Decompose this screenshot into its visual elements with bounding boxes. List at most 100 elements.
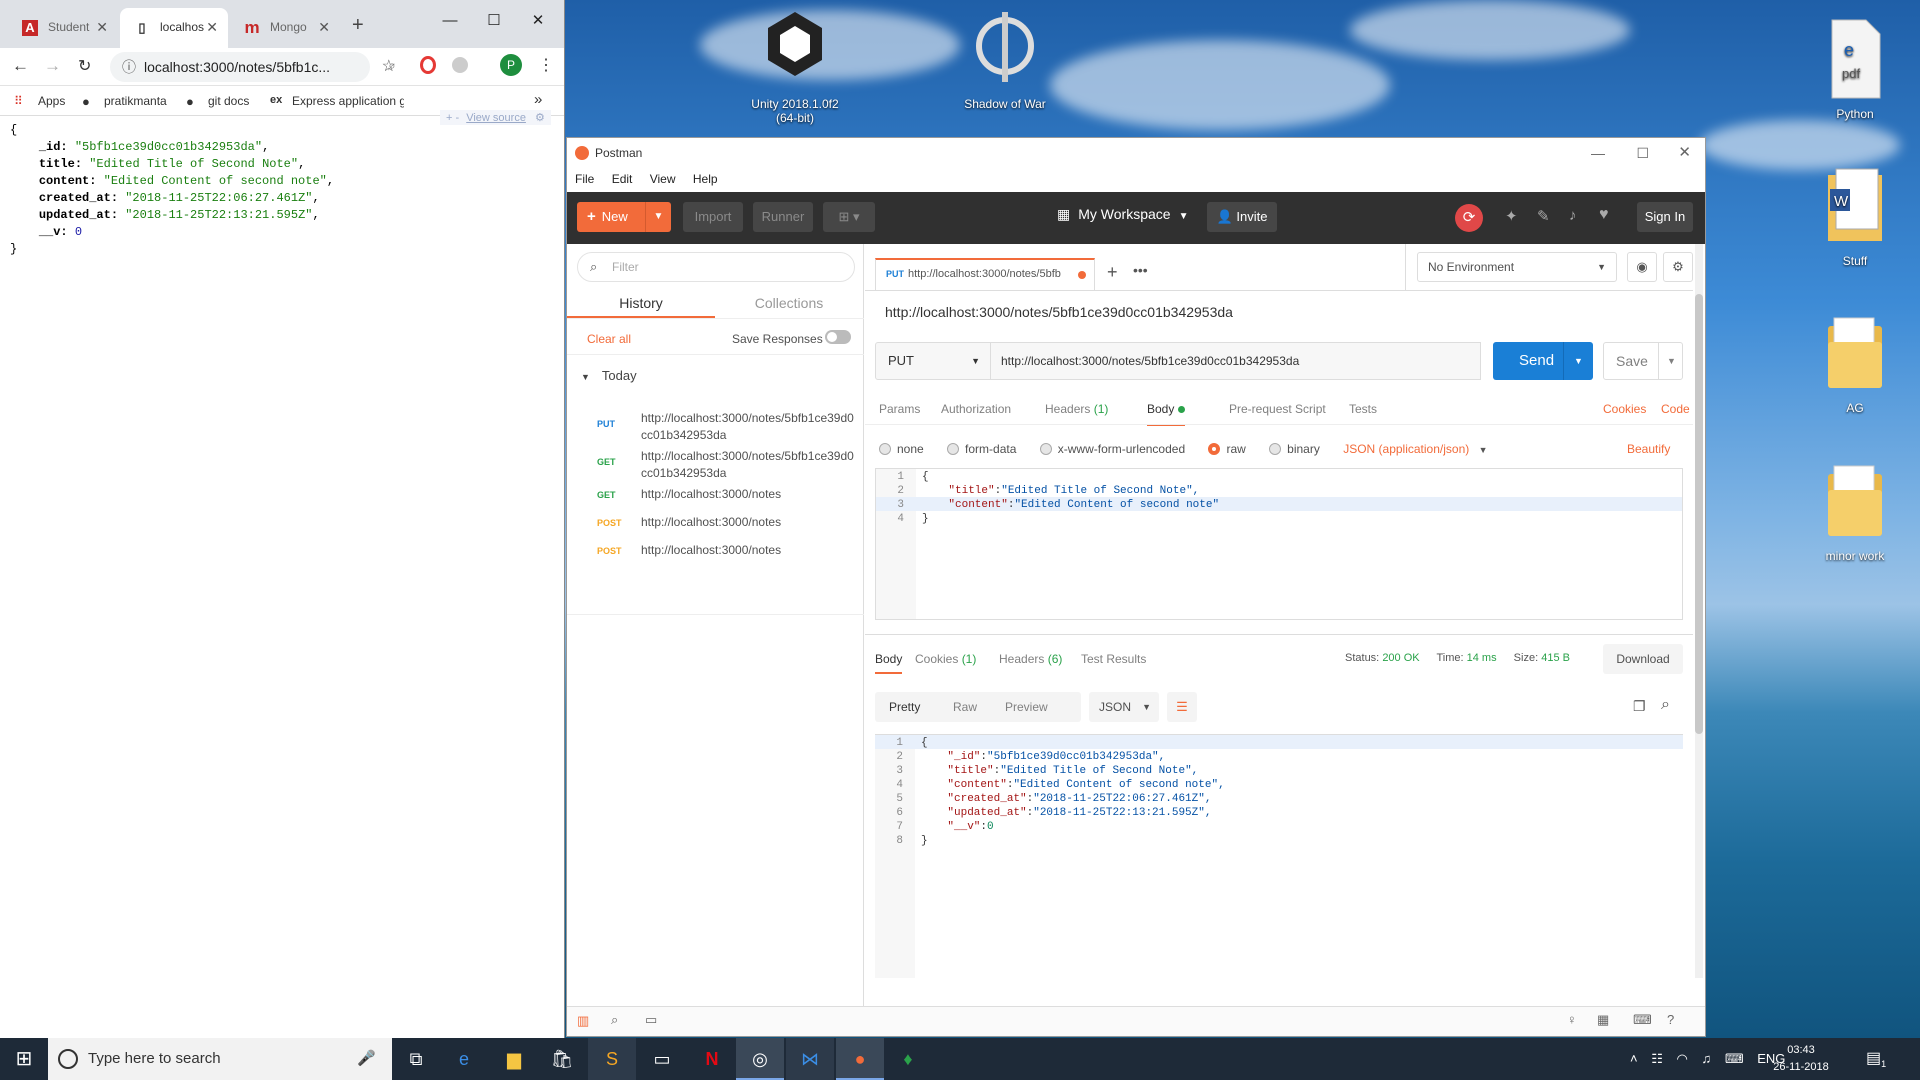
desktop-icon-shadow-of-war[interactable]: Shadow of War xyxy=(955,8,1055,111)
method-select[interactable]: PUT ▼ xyxy=(875,342,991,380)
taskbar-search-box[interactable]: Type here to search 🎤 xyxy=(48,1038,392,1080)
console-icon[interactable]: ▭ xyxy=(645,1012,657,1028)
save-button[interactable]: Save ▼ xyxy=(1603,342,1683,380)
view-pretty[interactable]: Pretty xyxy=(889,700,920,714)
runner-button[interactable]: Runner xyxy=(753,202,813,232)
radio-none[interactable]: none xyxy=(879,442,924,456)
send-button[interactable]: Send ▼ xyxy=(1493,342,1593,380)
beautify-link[interactable]: Beautify xyxy=(1627,442,1670,456)
netflix-icon[interactable]: N xyxy=(688,1038,736,1080)
environment-select[interactable]: No Environment ▼ xyxy=(1417,252,1617,282)
sync-icon[interactable]: ⟳ xyxy=(1455,204,1483,232)
tab-tests[interactable]: Tests xyxy=(1349,402,1377,416)
workspace-switcher[interactable]: ▦ My Workspace ▼ xyxy=(1057,206,1188,223)
desktop-icon-python[interactable]: e pdf Python xyxy=(1805,18,1905,121)
satellite-icon[interactable]: ✦ xyxy=(1505,207,1518,225)
sublime-icon[interactable]: S xyxy=(588,1038,636,1080)
import-button[interactable]: Import xyxy=(683,202,743,232)
new-tab-button[interactable]: + xyxy=(352,14,364,37)
find-icon[interactable]: ⌕ xyxy=(611,1012,618,1028)
opera-icon[interactable] xyxy=(420,56,436,74)
terminal-icon[interactable]: ▭ xyxy=(638,1038,686,1080)
network-icon[interactable]: ☷ xyxy=(1651,1051,1663,1066)
store-icon[interactable]: 🛍 xyxy=(538,1038,586,1080)
menu-edit[interactable]: Edit xyxy=(612,172,633,186)
view-raw[interactable]: Raw xyxy=(953,700,977,714)
back-icon[interactable]: ← xyxy=(12,56,29,76)
file-explorer-icon[interactable]: ▆ xyxy=(490,1038,538,1080)
response-tab-test-results[interactable]: Test Results xyxy=(1081,652,1146,666)
postman-taskbar-icon[interactable]: ● xyxy=(836,1038,884,1080)
code-link[interactable]: Code xyxy=(1661,402,1690,416)
format-select[interactable]: JSON ▼ xyxy=(1089,692,1159,722)
tray-up-icon[interactable]: ˄ xyxy=(1630,1051,1638,1066)
minimize-icon[interactable]: — xyxy=(430,6,470,36)
new-button[interactable]: + New ▼ xyxy=(577,202,671,232)
bookmark-apps[interactable]: Apps xyxy=(38,94,65,108)
microphone-icon[interactable]: 🎤 xyxy=(357,1038,376,1080)
chevron-down-icon[interactable]: ▼ xyxy=(645,202,671,232)
keyboard-icon[interactable]: ⌨ xyxy=(1725,1051,1744,1066)
bookmarks-overflow-icon[interactable]: » xyxy=(534,91,542,108)
settings-gear-icon[interactable]: ⚙ xyxy=(535,112,545,124)
save-responses-toggle[interactable] xyxy=(825,330,851,344)
cookies-link[interactable]: Cookies xyxy=(1603,402,1646,416)
mongodb-compass-icon[interactable]: ♦ xyxy=(884,1038,932,1080)
request-tab[interactable]: PUT http://localhost:3000/notes/5bfb xyxy=(875,258,1095,290)
chevron-down-icon[interactable]: ▼ xyxy=(1563,342,1593,380)
edge-icon[interactable]: e xyxy=(440,1038,488,1080)
close-icon[interactable]: ✕ xyxy=(518,6,558,36)
radio-binary[interactable]: binary xyxy=(1269,442,1320,456)
new-window-button[interactable]: ⊞ ▾ xyxy=(823,202,875,232)
chrome-taskbar-icon[interactable]: ◎ xyxy=(736,1038,784,1080)
desktop-icon-unity[interactable]: Unity 2018.1.0f2 (64-bit) xyxy=(745,8,845,125)
address-bar[interactable]: ⓘ localhost:3000/notes/5bfb1c... ☆ xyxy=(110,52,396,82)
bookmark-express[interactable]: Express application g xyxy=(292,94,404,108)
tab-headers[interactable]: Headers (1) xyxy=(1045,402,1108,416)
notifications-icon[interactable]: ▤1 xyxy=(1866,1048,1886,1069)
desktop-icon-stuff[interactable]: W Stuff xyxy=(1805,165,1905,268)
wrench-icon[interactable]: ✎ xyxy=(1537,207,1550,225)
tab-params[interactable]: Params xyxy=(879,402,920,416)
vscode-icon[interactable]: ⋈ xyxy=(786,1038,834,1080)
close-tab-icon[interactable]: ✕ xyxy=(318,19,330,36)
wrap-lines-icon[interactable]: ☰ xyxy=(1167,692,1197,722)
response-tab-headers[interactable]: Headers (6) xyxy=(999,652,1062,666)
url-input[interactable]: http://localhost:3000/notes/5bfb1ce39d0c… xyxy=(991,342,1481,380)
content-type-select[interactable]: JSON (application/json) ▼ xyxy=(1343,442,1487,456)
view-source-link[interactable]: View source xyxy=(466,112,526,124)
heart-icon[interactable]: ♥ xyxy=(1599,206,1609,224)
task-view-icon[interactable]: ⧉ xyxy=(392,1038,440,1080)
request-body-editor[interactable]: 1{2 "title":"Edited Title of Second Note… xyxy=(875,468,1683,620)
response-tab-cookies[interactable]: Cookies (1) xyxy=(915,652,976,666)
eye-icon[interactable]: ◉ xyxy=(1627,252,1657,282)
bookmark-pratikmanta[interactable]: pratikmanta xyxy=(104,94,167,108)
bootcamp-icon[interactable]: ♀ xyxy=(1567,1012,1577,1027)
wifi-icon[interactable]: ◠ xyxy=(1677,1051,1688,1066)
clear-all-button[interactable]: Clear all xyxy=(587,332,631,346)
tab-localhost[interactable]: ▯ localhos ✕ xyxy=(120,8,228,48)
reload-icon[interactable]: ↻ xyxy=(78,56,91,76)
desktop-icon-minor-work[interactable]: minor work xyxy=(1805,460,1905,563)
menu-file[interactable]: File xyxy=(575,172,594,186)
bookmark-git-docs[interactable]: git docs xyxy=(208,94,249,108)
keyboard-icon[interactable]: ⌨ xyxy=(1633,1012,1652,1028)
bell-icon[interactable]: ♪ xyxy=(1569,207,1577,224)
search-icon[interactable]: ⌕ xyxy=(1661,696,1670,714)
chevron-down-icon[interactable]: ▼ xyxy=(1658,343,1684,379)
tab-authorization[interactable]: Authorization xyxy=(941,402,1011,416)
toggle-sidebar-icon[interactable]: ▥ xyxy=(577,1013,589,1029)
response-tab-body[interactable]: Body xyxy=(875,652,903,674)
radio-form-data[interactable]: form-data xyxy=(947,442,1016,456)
maximize-icon[interactable]: ☐ xyxy=(474,6,514,36)
view-preview[interactable]: Preview xyxy=(1005,700,1048,714)
windows-start-icon[interactable]: ⊞ xyxy=(0,1038,48,1080)
tab-mongo[interactable]: m Mongo ✕ xyxy=(230,8,340,48)
help-icon[interactable]: ? xyxy=(1667,1012,1674,1027)
extension-icon[interactable]: ⌕ xyxy=(388,57,396,74)
scrollbar[interactable] xyxy=(1695,244,1703,978)
extension-gray-icon[interactable] xyxy=(452,57,468,73)
close-tab-icon[interactable]: ✕ xyxy=(206,19,218,36)
radio-raw[interactable]: raw xyxy=(1208,442,1246,456)
tab-student[interactable]: A Student ✕ xyxy=(8,8,118,48)
